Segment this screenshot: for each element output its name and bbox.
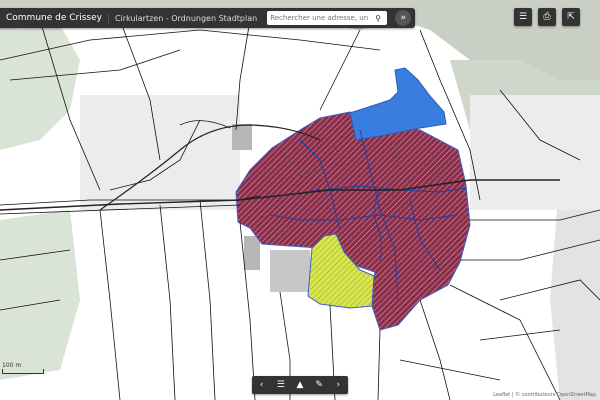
chevron-left-icon[interactable]: ‹ [255,378,269,392]
pencil-icon[interactable]: ✎ [312,378,326,392]
list-icon: ☰ [518,12,528,22]
grey-band-west [80,95,240,210]
layers-button[interactable]: ☰ [514,8,532,26]
scale-label: 100 m [2,362,22,369]
search-input[interactable] [267,14,374,22]
list-icon[interactable]: ☰ [274,378,288,392]
chevron-right-icon[interactable]: › [331,378,345,392]
print-icon: ⎙ [543,12,551,22]
map-attribution: Leaflet | © contributeurs OpenStreetMap [493,392,596,398]
share-icon: ⇱ [567,12,575,22]
header-bar: Commune de Crissey Cirkulartzen - Ordnun… [0,8,416,28]
map-canvas[interactable] [0,0,600,400]
bottom-toolbar: ‹ ☰ ▲ ✎ › [252,376,348,394]
chevrons-icon[interactable]: » [395,10,412,26]
page-title: Commune de Crissey [6,13,102,23]
building-block [270,250,312,292]
grey-band-east [470,95,600,210]
scale-line [2,369,44,374]
search-box[interactable]: ⚲ [267,11,388,25]
scale-bar: 100 m [2,362,44,374]
search-icon[interactable]: ⚲ [373,14,383,23]
page-subtitle: Cirkulartzen - Ordnungen Stadtplan [107,13,263,23]
print-button[interactable]: ⎙ [538,8,556,26]
share-button[interactable]: ⇱ [562,8,580,26]
building-block [232,124,252,150]
pin-icon[interactable]: ▲ [293,378,307,392]
building-block [244,236,260,270]
